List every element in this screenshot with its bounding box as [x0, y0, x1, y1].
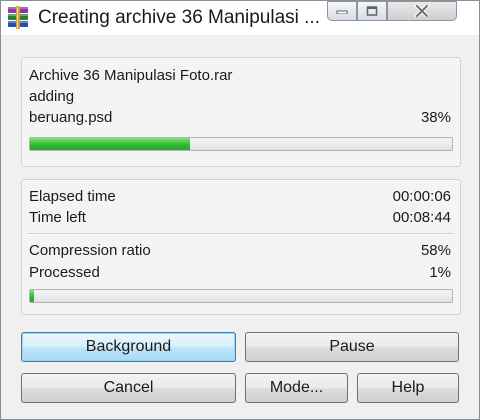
file-progress-fill	[30, 138, 191, 150]
compression-ratio-label: Compression ratio	[29, 242, 151, 259]
archive-name: Archive 36 Manipulasi Foto.rar	[29, 67, 233, 84]
stats-separator	[28, 233, 454, 235]
background-button[interactable]: Background	[21, 332, 236, 362]
current-file-name: beruang.psd	[29, 109, 113, 126]
current-file-group: Archive 36 Manipulasi Foto.rar adding be…	[21, 57, 461, 167]
archive-progress-window: Creating archive 36 Manipulasi ... Archi…	[0, 0, 480, 420]
file-percent: 38%	[420, 109, 451, 126]
maximize-icon	[366, 6, 378, 16]
elapsed-time-label: Elapsed time	[29, 188, 116, 205]
pause-button[interactable]: Pause	[245, 332, 459, 362]
file-progress-bar	[29, 137, 453, 151]
close-icon	[415, 5, 429, 17]
compression-ratio-value: 58%	[420, 242, 451, 259]
maximize-button[interactable]	[357, 1, 387, 21]
window-title: Creating archive 36 Manipulasi ...	[38, 7, 320, 28]
processed-value: 1%	[429, 264, 451, 281]
time-left-value: 00:08:44	[392, 209, 451, 226]
elapsed-time-value: 00:00:06	[392, 188, 451, 205]
total-progress-fill	[30, 290, 35, 302]
winrar-books-icon	[8, 6, 28, 29]
statistics-group: Elapsed time 00:00:06 Time left 00:08:44…	[21, 179, 461, 315]
time-left-label: Time left	[29, 209, 86, 226]
help-button[interactable]: Help	[357, 373, 459, 403]
cancel-button[interactable]: Cancel	[21, 373, 236, 403]
title-bar[interactable]: Creating archive 36 Manipulasi ...	[1, 1, 479, 35]
minimize-icon	[336, 10, 348, 14]
minimize-button[interactable]	[327, 1, 357, 21]
mode-button[interactable]: Mode...	[245, 373, 348, 403]
operation-label: adding	[29, 88, 75, 105]
total-progress-bar	[29, 289, 453, 303]
processed-label: Processed	[29, 264, 100, 281]
close-button[interactable]	[387, 1, 457, 21]
